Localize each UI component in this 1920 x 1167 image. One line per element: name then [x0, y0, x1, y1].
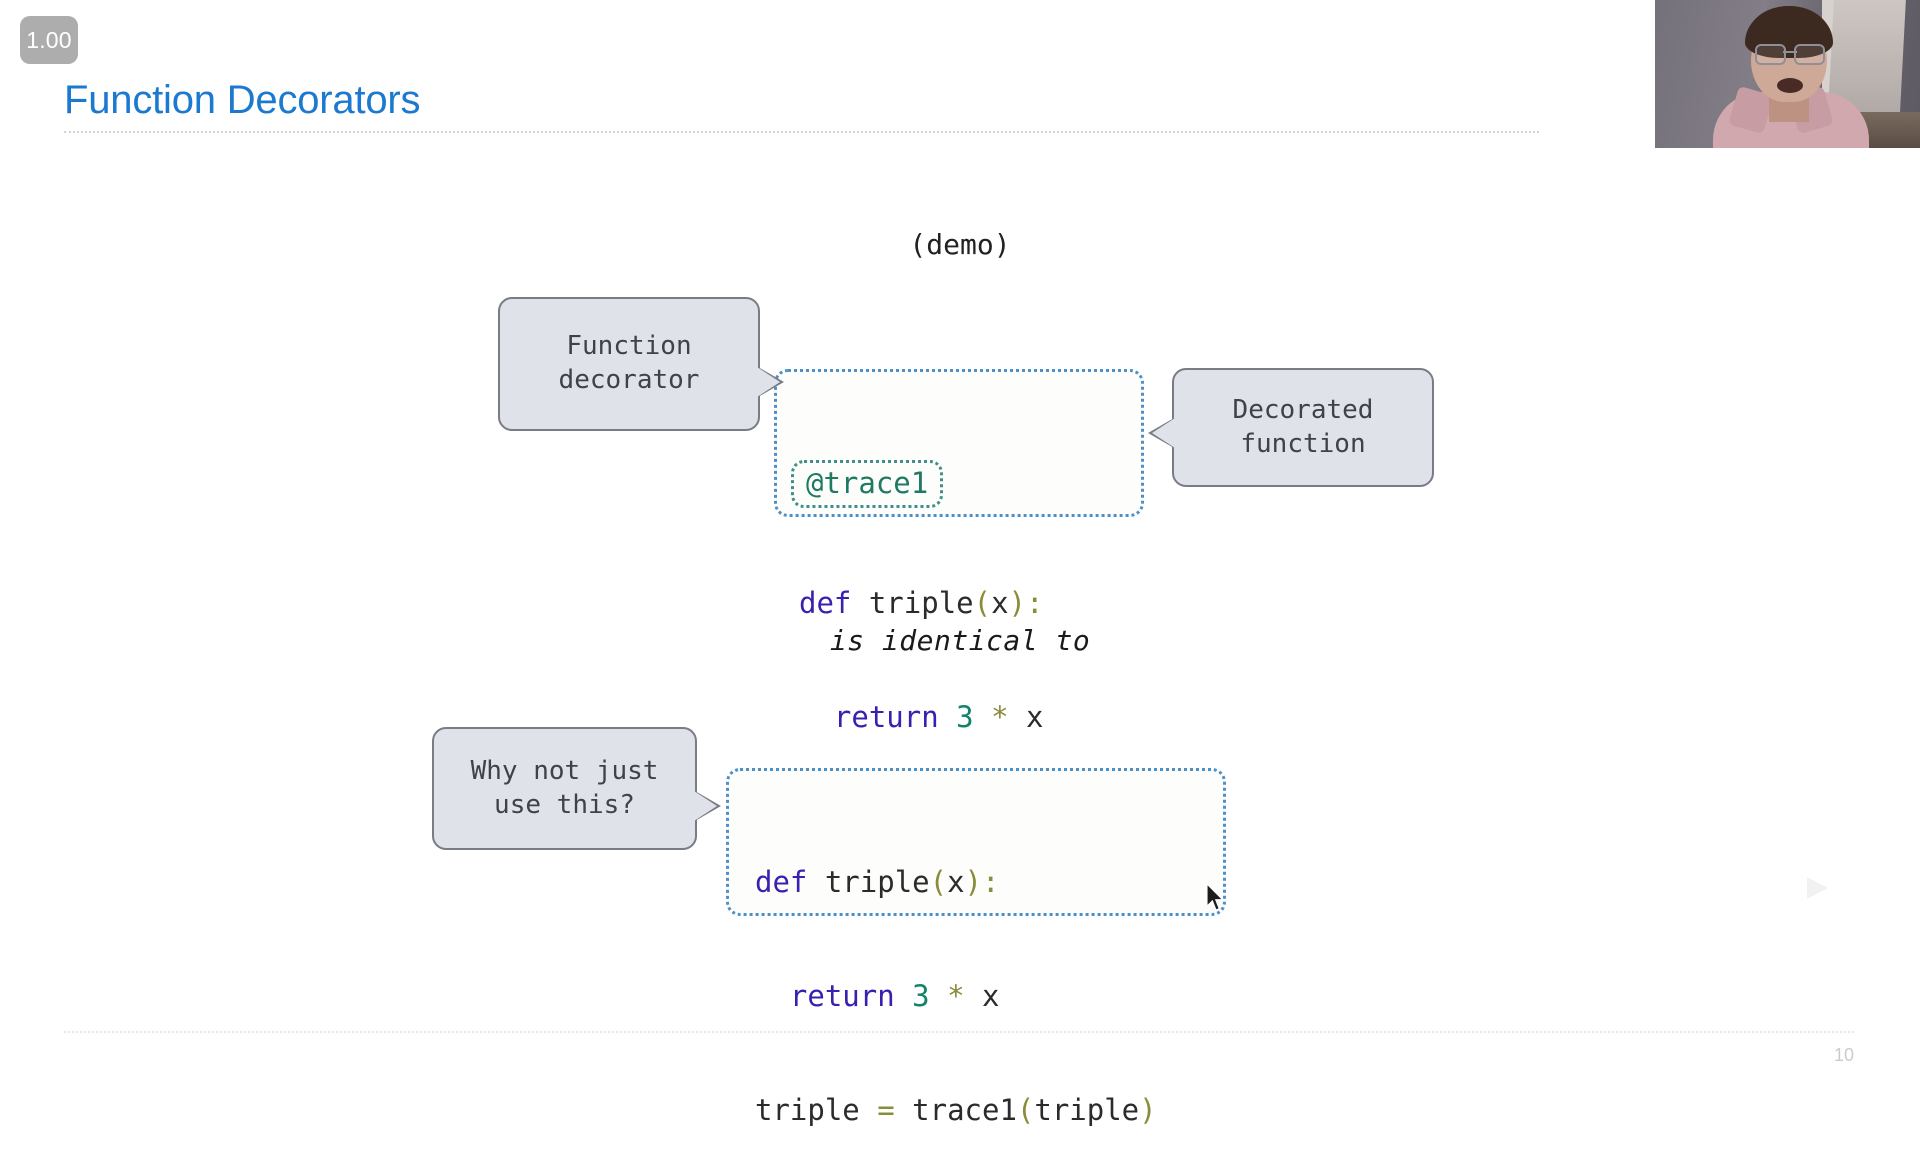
code-line-return: return 3 * x: [799, 698, 1121, 736]
code-block-plain: def triple(x): return 3 * x triple = tra…: [726, 768, 1226, 916]
variable-x: x: [1026, 700, 1043, 734]
webcam-video-frame: [1655, 0, 1920, 148]
callout-why-not-just-use-this: Why not just use this?: [432, 727, 697, 850]
literal-3: 3: [912, 979, 929, 1013]
keyword-def: def: [799, 586, 851, 620]
function-name: triple: [851, 586, 973, 620]
param-x: x: [991, 586, 1008, 620]
webcam-person-glasses: [1755, 44, 1825, 61]
playback-speed-badge[interactable]: 1.00: [20, 16, 78, 64]
paren-close: ): [965, 865, 982, 899]
webcam-person-mouth: [1777, 78, 1803, 93]
tv-play-watermark-icon: [1772, 847, 1858, 925]
colon: :: [1026, 586, 1043, 620]
function-name: triple: [807, 865, 929, 899]
literal-3: 3: [956, 700, 973, 734]
param-x: x: [947, 865, 964, 899]
paren-open: (: [930, 865, 947, 899]
glasses-lens-left: [1755, 44, 1786, 65]
decorator-chip: @trace1: [791, 460, 943, 508]
title-divider: [64, 131, 1539, 133]
call-trace1: trace1: [895, 1093, 1017, 1127]
page-title: Function Decorators: [64, 78, 420, 123]
keyword-return: return: [790, 979, 895, 1013]
colon: :: [982, 865, 999, 899]
code-line-return: return 3 * x: [755, 977, 1203, 1015]
code-line-decorator: @trace1: [799, 460, 1121, 508]
assign-target: triple: [755, 1093, 877, 1127]
call-arg-triple: triple: [1034, 1093, 1139, 1127]
glasses-lens-right: [1794, 44, 1825, 65]
presenter-webcam-overlay[interactable]: [1655, 0, 1920, 148]
callout-function-decorator: Function decorator: [498, 297, 760, 431]
keyword-def: def: [755, 865, 807, 899]
demo-label: (demo): [0, 228, 1920, 261]
code-line-def: def triple(x):: [799, 584, 1121, 622]
page-number: 10: [1834, 1045, 1854, 1066]
operator-multiply: *: [991, 700, 1008, 734]
paren-open: (: [974, 586, 991, 620]
paren-open: (: [1017, 1093, 1034, 1127]
variable-x: x: [982, 979, 999, 1013]
code-line-def: def triple(x):: [755, 863, 1203, 901]
code-line-assignment: triple = trace1(triple): [755, 1091, 1203, 1129]
operator-multiply: *: [947, 979, 964, 1013]
code-block-decorated: @trace1 def triple(x): return 3 * x: [774, 369, 1144, 517]
callout-decorated-function: Decorated function: [1172, 368, 1434, 487]
operator-assign: =: [877, 1093, 894, 1127]
paren-close: ): [1139, 1093, 1156, 1127]
paren-close: ): [1009, 586, 1026, 620]
keyword-return: return: [834, 700, 939, 734]
